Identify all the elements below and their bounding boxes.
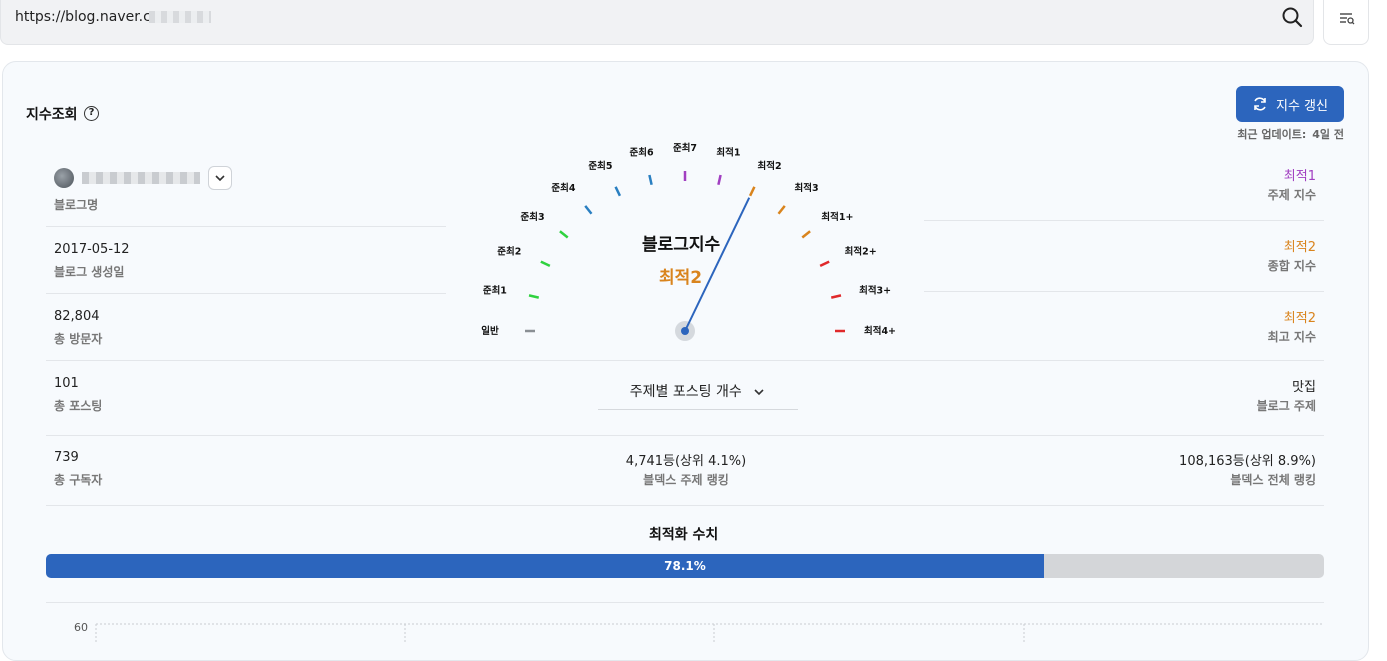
refresh-icon bbox=[1254, 97, 1266, 111]
filter-button[interactable] bbox=[1323, 0, 1369, 45]
gauge-level-label: 준최2 bbox=[497, 246, 521, 258]
chart-grid bbox=[95, 623, 1324, 643]
visitors-value: 82,804 bbox=[54, 309, 100, 324]
list-filter-icon bbox=[1340, 13, 1355, 25]
gauge-level-label: 최적3 bbox=[795, 182, 819, 194]
topic-index-label: 주제 지수 bbox=[1267, 188, 1316, 202]
gauge-tick bbox=[614, 186, 622, 197]
page-title: 지수조회 bbox=[26, 107, 78, 123]
divider bbox=[46, 293, 446, 294]
updated-label: 최근 업데이트: bbox=[1237, 128, 1307, 141]
gauge-tick bbox=[801, 230, 811, 239]
gauge-tick bbox=[777, 205, 786, 215]
gauge-level-label: 최적3+ bbox=[859, 284, 891, 296]
blog-topic-label: 블로그 주제 bbox=[1256, 399, 1316, 413]
search-icon[interactable] bbox=[1281, 6, 1303, 28]
gauge-level-label: 준최7 bbox=[673, 142, 697, 154]
optimization-progress-bar: 78.1% bbox=[46, 554, 1324, 578]
topic-rank-label: 블덱스 주제 랭킹 bbox=[643, 473, 729, 487]
refresh-label: 지수 갱신 bbox=[1276, 98, 1328, 114]
refresh-index-button[interactable]: 지수 갱신 bbox=[1236, 86, 1344, 122]
gauge-level-label: 준최6 bbox=[630, 147, 654, 159]
topic-rank-value: 4,741등(상위 4.1%) bbox=[625, 454, 747, 469]
gauge-tick bbox=[819, 260, 830, 268]
gauge-level-label: 최적4+ bbox=[864, 325, 896, 337]
total-rank-value: 108,163등(상위 8.9%) bbox=[1179, 454, 1316, 469]
progress-text: 78.1% bbox=[664, 559, 706, 573]
gauge-tick bbox=[584, 205, 593, 215]
gauge-level-label: 준최1 bbox=[483, 284, 507, 296]
chart-area bbox=[46, 602, 1324, 643]
blog-select-button[interactable] bbox=[208, 166, 232, 190]
gauge-title: 블로그지수 bbox=[642, 235, 721, 255]
max-index-label: 최고 지수 bbox=[1267, 330, 1316, 344]
url-bar[interactable]: https://blog.naver.com bbox=[0, 0, 1314, 45]
posts-value: 101 bbox=[54, 376, 79, 391]
chevron-down-icon bbox=[215, 175, 225, 182]
gauge-tick bbox=[540, 260, 551, 268]
total-rank-label: 블덱스 전체 랭킹 bbox=[1230, 473, 1316, 487]
gauge-level-label: 준최3 bbox=[520, 211, 544, 223]
gauge-level-label: 준최5 bbox=[588, 160, 612, 172]
updated-value: 4일 전 bbox=[1312, 128, 1344, 141]
gauge-tick bbox=[748, 186, 756, 197]
overall-index-label: 종합 지수 bbox=[1267, 259, 1316, 273]
optimization-title: 최적화 수치 bbox=[649, 527, 719, 543]
created-value: 2017-05-12 bbox=[54, 242, 130, 257]
divider bbox=[46, 435, 1324, 436]
gauge-tick bbox=[559, 230, 569, 239]
help-icon[interactable]: ? bbox=[84, 106, 99, 121]
gauge-level-label: 최적1+ bbox=[821, 211, 853, 223]
overall-index-value: 최적2 bbox=[1283, 240, 1316, 255]
last-updated: 최근 업데이트: 4일 전 bbox=[1237, 126, 1344, 142]
posts-label: 총 포스팅 bbox=[54, 399, 103, 413]
topic-select-label: 주제별 포스팅 개수 bbox=[629, 384, 742, 400]
blog-name-blurred bbox=[82, 172, 200, 184]
topic-index-value: 최적1 bbox=[1283, 169, 1316, 184]
gauge-level-label: 최적1 bbox=[716, 147, 740, 159]
max-index-value: 최적2 bbox=[1283, 311, 1316, 326]
subscribers-value: 739 bbox=[54, 450, 79, 465]
blog-name-label: 블로그명 bbox=[54, 198, 99, 212]
divider bbox=[46, 360, 1324, 361]
divider bbox=[46, 226, 446, 227]
visitors-label: 총 방문자 bbox=[54, 332, 103, 346]
chevron-down-icon bbox=[754, 389, 764, 396]
blog-topic-value: 맛집 bbox=[1292, 380, 1316, 395]
created-label: 블로그 생성일 bbox=[54, 265, 125, 279]
chart-y-tick: 60 bbox=[74, 621, 88, 634]
gauge-tick bbox=[528, 294, 540, 299]
gauge-level-label: 준최4 bbox=[551, 182, 575, 194]
gauge-tick bbox=[648, 174, 653, 186]
gauge-level-label: 일반 bbox=[481, 325, 499, 337]
divider bbox=[924, 291, 1324, 292]
topic-post-count-select[interactable]: 주제별 포스팅 개수 bbox=[598, 374, 798, 410]
avatar bbox=[54, 168, 74, 188]
gauge-level-label: 최적2+ bbox=[845, 246, 877, 258]
divider bbox=[46, 505, 1324, 506]
gauge-tick bbox=[830, 294, 842, 299]
subscribers-label: 총 구독자 bbox=[54, 473, 103, 487]
gauge-level-label: 최적2 bbox=[758, 160, 782, 172]
gauge-needle-center bbox=[681, 327, 689, 335]
gauge-value: 최적2 bbox=[659, 268, 703, 288]
url-blurred-part bbox=[149, 11, 211, 23]
divider bbox=[924, 220, 1324, 221]
gauge-tick bbox=[717, 174, 722, 186]
